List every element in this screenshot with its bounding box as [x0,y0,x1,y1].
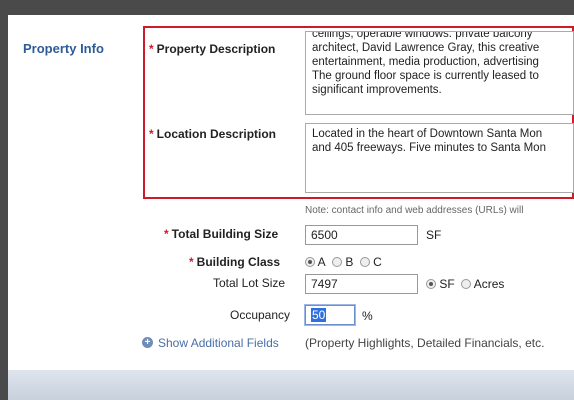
building-class-radio-a[interactable] [305,257,315,267]
form-panel: Property Info * Property Description ceil… [8,15,574,370]
additional-fields-hint: (Property Highlights, Detailed Financial… [305,336,545,350]
plus-circle-icon[interactable]: + [142,337,153,348]
lot-size-unit-label: Acres [473,277,505,291]
total-building-size-unit: SF [426,228,442,242]
property-description-field[interactable]: ceilings, operable windows. private balc… [305,31,574,115]
building-class-option-label: C [373,255,382,269]
lot-size-unit-radio-sf[interactable] [426,279,436,289]
lot-size-unit-label: SF [439,277,455,291]
location-description-field[interactable]: Located in the heart of Downtown Santa M… [305,123,574,193]
location-description-line: Located in the heart of Downtown Santa M… [312,128,543,140]
building-class-option-label: A [317,255,326,269]
location-description-line: and 405 freeways. Five minutes to Santa … [312,142,546,154]
building-class-option-label: B [345,255,354,269]
total-building-size-label: * Total Building Size [164,227,278,241]
property-description-label: * Property Description [149,42,275,56]
contact-info-note: Note: contact info and web addresses (UR… [305,205,524,216]
building-class-label: * Building Class [189,255,280,269]
required-mark: * [149,42,154,56]
occupancy-label: Occupancy [230,308,291,322]
building-class-radio-c[interactable] [359,257,370,267]
occupancy-unit: % [362,309,373,323]
total-lot-size-label: Total Lot Size [213,276,286,290]
location-description-label-text: Location Description [156,127,277,141]
property-description-line: entertainment, media production, adverti… [312,56,539,68]
property-description-line: architect, David Lawrence Gray, this cre… [312,42,540,54]
building-class-radio-group: A B C [305,255,385,269]
required-mark: * [189,255,194,269]
lot-size-unit-radio-acres[interactable] [461,279,472,289]
property-description-line: The ground floor space is currently leas… [312,70,539,82]
total-building-size-label-text: Total Building Size [171,227,279,241]
bottom-bar [8,370,574,400]
occupancy-value: 50 [311,308,327,322]
total-lot-size-input[interactable]: 7497 [305,274,418,294]
section-title: Property Info [23,41,104,56]
show-additional-fields-link[interactable]: Show Additional Fields [158,336,279,350]
required-mark: * [149,127,154,141]
required-mark: * [164,227,169,241]
property-description-line: ceilings, operable windows. private balc… [312,31,533,40]
total-building-size-input[interactable]: 6500 [305,225,418,245]
building-class-label-text: Building Class [196,255,281,269]
total-lot-size-unit-group: SF Acres [426,277,507,291]
building-class-radio-b[interactable] [332,257,343,267]
property-description-label-text: Property Description [156,42,276,56]
location-description-label: * Location Description [149,127,276,141]
property-description-line: significant improvements. [312,84,442,96]
occupancy-input[interactable]: 50 [305,305,355,325]
